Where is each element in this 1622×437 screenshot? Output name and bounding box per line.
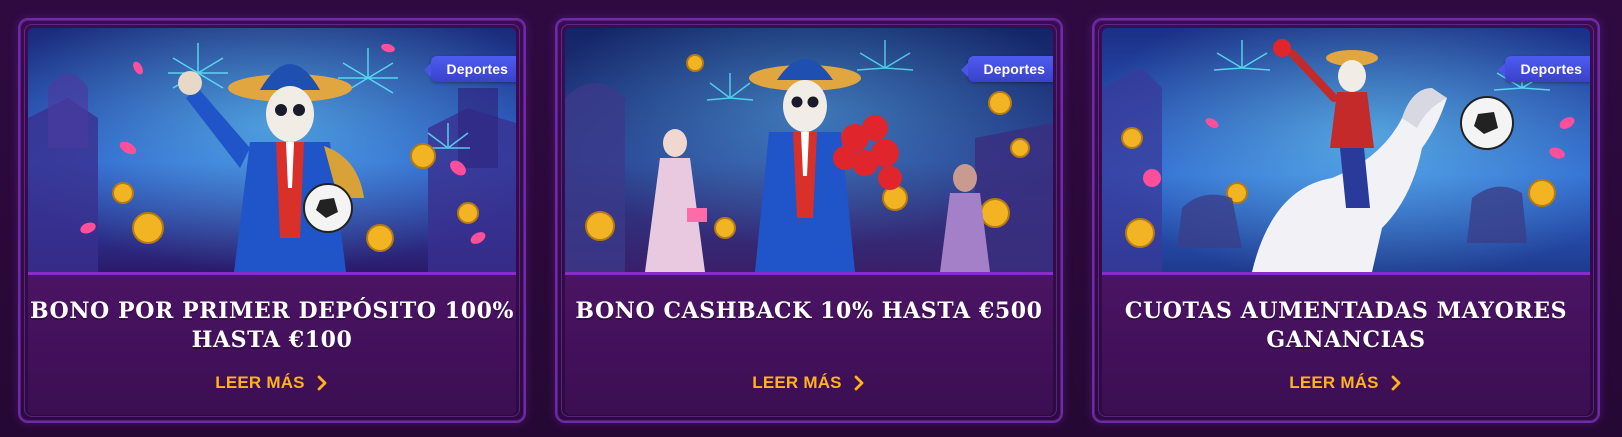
promotions-section: Deportes BONO POR PRIMER DEPÓSITO 100% H… [0, 0, 1622, 437]
promo-banner-image[interactable]: Deportes [1102, 28, 1590, 272]
category-tag: Deportes [423, 56, 516, 82]
promo-card[interactable]: Deportes BONO CASHBACK 10% HASTA €500 LE… [555, 18, 1063, 423]
promo-banner-image[interactable]: Deportes [28, 28, 516, 272]
read-more-label: LEER MÁS [1289, 373, 1379, 392]
promo-title: BONO CASHBACK 10% HASTA €500 [575, 298, 1043, 324]
promo-banner-image[interactable]: Deportes [565, 28, 1053, 272]
promo-card[interactable]: Deportes CUOTAS AUMENTADAS MAYORES GANAN… [1092, 18, 1600, 423]
promo-title: CUOTAS AUMENTADAS MAYORES GANANCIAS [1124, 298, 1568, 353]
promo-card[interactable]: Deportes BONO POR PRIMER DEPÓSITO 100% H… [18, 18, 526, 423]
read-more-label: LEER MÁS [752, 373, 842, 392]
chevron-right-icon [317, 375, 327, 391]
category-tag: Deportes [960, 56, 1053, 82]
promo-title: BONO POR PRIMER DEPÓSITO 100% HASTA €100 [29, 298, 515, 353]
read-more-label: LEER MÁS [215, 373, 305, 392]
read-more-link[interactable]: LEER MÁS [1102, 373, 1590, 393]
read-more-link[interactable]: LEER MÁS [565, 373, 1053, 393]
chevron-right-icon [854, 375, 864, 391]
promo-card-body: BONO POR PRIMER DEPÓSITO 100% HASTA €100… [28, 272, 516, 415]
category-tag: Deportes [1497, 56, 1590, 82]
read-more-link[interactable]: LEER MÁS [28, 373, 516, 393]
promo-card-body: BONO CASHBACK 10% HASTA €500 LEER MÁS [565, 272, 1053, 415]
chevron-right-icon [1391, 375, 1401, 391]
promo-card-body: CUOTAS AUMENTADAS MAYORES GANANCIAS LEER… [1102, 272, 1590, 415]
